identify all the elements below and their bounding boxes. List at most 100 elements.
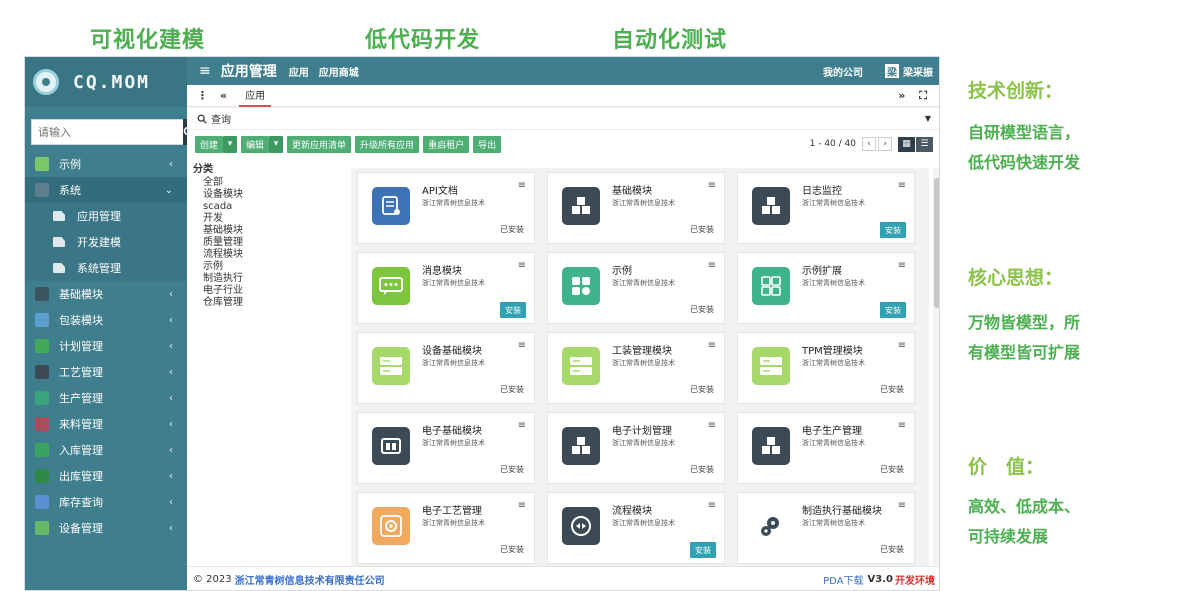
menu-icon bbox=[35, 365, 49, 379]
sidebar-item[interactable]: 系统 ⌄ bbox=[25, 177, 187, 203]
create-button[interactable]: 创建 bbox=[195, 135, 224, 153]
install-button[interactable]: 安装 bbox=[880, 222, 906, 238]
pda-download-link[interactable]: PDA下载 bbox=[823, 572, 863, 587]
menu-icon[interactable]: ≡ bbox=[898, 500, 906, 511]
sidebar-item[interactable]: 库存查询 ‹ bbox=[25, 489, 187, 515]
prev-page-button[interactable]: ‹ bbox=[862, 137, 876, 151]
tab-apps[interactable]: 应用 bbox=[239, 85, 272, 107]
chevron-left-icon: ‹ bbox=[169, 444, 173, 456]
menu-icon[interactable]: ≡ bbox=[708, 340, 716, 351]
menu-icon[interactable]: ≡ bbox=[708, 260, 716, 271]
app-card[interactable]: 示例 浙江常青树信息技术 ≡ 已安装 bbox=[547, 252, 725, 324]
more-icon[interactable]: ⋮ bbox=[197, 89, 208, 102]
sidebar-item-label: 示例 bbox=[59, 158, 81, 171]
sidebar-item[interactable]: 来料管理 ‹ bbox=[25, 411, 187, 437]
app-card[interactable]: 流程模块 浙江常青树信息技术 ≡ 安装 bbox=[547, 492, 725, 564]
app-card[interactable]: 电子工艺管理 浙江常青树信息技术 ≡ 已安装 bbox=[357, 492, 535, 564]
company-switcher[interactable]: 我的公司 bbox=[823, 64, 863, 79]
menu-icon[interactable]: ≡ bbox=[518, 180, 526, 191]
category-item[interactable]: 质量管理 bbox=[193, 237, 343, 249]
category-item[interactable]: 设备模块 bbox=[193, 189, 343, 201]
menu-icon[interactable]: ≡ bbox=[518, 340, 526, 351]
sidebar-menu: 示例 ‹ 系统 ⌄ 应用管理 开发建模 系统管理 基础模块 ‹ 包装模块 ‹ 计划管理 ‹ 工艺管理 ‹ 生产… bbox=[25, 151, 187, 541]
sidebar-item[interactable]: 开发建模 bbox=[25, 229, 187, 255]
upgrade-all-button[interactable]: 升级所有应用 bbox=[355, 135, 420, 153]
sidebar-search-input[interactable] bbox=[31, 119, 183, 145]
menu-icon[interactable]: ≡ bbox=[518, 500, 526, 511]
sidebar-item[interactable]: 系统管理 bbox=[25, 255, 187, 281]
query-bar[interactable]: 查询 ▼ bbox=[187, 108, 939, 130]
sidebar-item[interactable]: 示例 ‹ bbox=[25, 151, 187, 177]
app-card[interactable]: 电子生产管理 浙江常青树信息技术 ≡ 已安装 bbox=[737, 412, 915, 484]
sidebar-item[interactable]: 入库管理 ‹ bbox=[25, 437, 187, 463]
category-item[interactable]: 全部 bbox=[193, 177, 343, 189]
user-name[interactable]: 梁采振 bbox=[903, 64, 933, 79]
update-app-list-button[interactable]: 更新应用清单 bbox=[287, 135, 352, 153]
menu-icon[interactable]: ≡ bbox=[518, 420, 526, 431]
tab-forward-icon[interactable]: » bbox=[898, 89, 905, 102]
menu-icon[interactable]: ≡ bbox=[708, 500, 716, 511]
menu-icon[interactable]: ≡ bbox=[518, 260, 526, 271]
export-button[interactable]: 导出 bbox=[473, 135, 502, 153]
app-card[interactable]: 日志监控 浙江常青树信息技术 ≡ 安装 bbox=[737, 172, 915, 244]
grid-view-icon[interactable]: ▦ bbox=[898, 136, 915, 152]
sidebar-item[interactable]: 基础模块 ‹ bbox=[25, 281, 187, 307]
tab-back-icon[interactable]: « bbox=[220, 89, 227, 102]
app-card[interactable]: 工装管理模块 浙江常青树信息技术 ≡ 已安装 bbox=[547, 332, 725, 404]
category-item[interactable]: 开发 bbox=[193, 213, 343, 225]
category-item[interactable]: 基础模块 bbox=[193, 225, 343, 237]
app-card[interactable]: 消息模块 浙江常青树信息技术 ≡ 安装 bbox=[357, 252, 535, 324]
edit-dropdown-icon[interactable]: ▾ bbox=[269, 135, 284, 153]
app-card[interactable]: 制造执行基础模块 浙江常青树信息技术 ≡ 已安装 bbox=[737, 492, 915, 564]
list-view-icon[interactable]: ☰ bbox=[916, 136, 933, 152]
avatar[interactable]: 梁 bbox=[885, 64, 899, 79]
restart-tenant-button[interactable]: 重启租户 bbox=[423, 135, 470, 153]
app-card[interactable]: API文档 浙江常青树信息技术 ≡ 已安装 bbox=[357, 172, 535, 244]
sidebar-item[interactable]: 工艺管理 ‹ bbox=[25, 359, 187, 385]
install-button[interactable]: 安装 bbox=[690, 542, 716, 558]
app-name: 日志监控 bbox=[802, 186, 842, 197]
category-item[interactable]: 制造执行 bbox=[193, 273, 343, 285]
category-item[interactable]: scada bbox=[193, 201, 343, 213]
app-card[interactable]: 电子基础模块 浙江常青树信息技术 ≡ 已安装 bbox=[357, 412, 535, 484]
app-card[interactable]: TPM管理模块 浙江常青树信息技术 ≡ 已安装 bbox=[737, 332, 915, 404]
create-dropdown-icon[interactable]: ▾ bbox=[223, 135, 238, 153]
sidebar-item[interactable]: 设备管理 ‹ bbox=[25, 515, 187, 541]
sidebar-item-label: 库存查询 bbox=[59, 496, 103, 509]
hamburger-icon[interactable]: ≡ bbox=[199, 63, 211, 79]
app-card[interactable]: 设备基础模块 浙江常青树信息技术 ≡ 已安装 bbox=[357, 332, 535, 404]
next-page-button[interactable]: › bbox=[878, 137, 892, 151]
sidebar-item-label: 系统 bbox=[59, 184, 81, 197]
app-card[interactable]: 电子计划管理 浙江常青树信息技术 ≡ 已安装 bbox=[547, 412, 725, 484]
sidebar-item[interactable]: 计划管理 ‹ bbox=[25, 333, 187, 359]
app-card[interactable]: 基础模块 浙江常青树信息技术 ≡ 已安装 bbox=[547, 172, 725, 244]
scrollbar[interactable] bbox=[933, 168, 939, 566]
menu-icon[interactable]: ≡ bbox=[708, 420, 716, 431]
sidebar-item[interactable]: 出库管理 ‹ bbox=[25, 463, 187, 489]
category-item[interactable]: 仓库管理 bbox=[193, 297, 343, 309]
sidebar-item[interactable]: 应用管理 bbox=[25, 203, 187, 229]
nav-apps[interactable]: 应用 bbox=[289, 64, 309, 79]
nav-app-store[interactable]: 应用商城 bbox=[319, 64, 359, 79]
category-item[interactable]: 示例 bbox=[193, 261, 343, 273]
brand[interactable]: CQ.MOM bbox=[25, 57, 187, 107]
app-card[interactable]: 示例扩展 浙江常青树信息技术 ≡ 安装 bbox=[737, 252, 915, 324]
chevron-down-icon[interactable]: ▼ bbox=[925, 114, 931, 123]
fullscreen-icon[interactable]: ⛶ bbox=[919, 89, 927, 103]
edit-button[interactable]: 编辑 bbox=[241, 135, 270, 153]
main-area: ≡ 应用管理 应用 应用商城 我的公司 梁 梁采振 ⋮ « 应用 » ⛶ 查询 … bbox=[187, 57, 939, 590]
menu-icon[interactable]: ≡ bbox=[898, 260, 906, 271]
menu-icon[interactable]: ≡ bbox=[898, 420, 906, 431]
scroll-thumb[interactable] bbox=[934, 178, 939, 308]
sidebar-item[interactable]: 生产管理 ‹ bbox=[25, 385, 187, 411]
company-link[interactable]: 浙江常青树信息技术有限责任公司 bbox=[235, 572, 385, 587]
sidebar-item[interactable]: 包装模块 ‹ bbox=[25, 307, 187, 333]
folder-icon bbox=[53, 263, 65, 273]
menu-icon[interactable]: ≡ bbox=[708, 180, 716, 191]
menu-icon[interactable]: ≡ bbox=[898, 340, 906, 351]
install-button[interactable]: 安装 bbox=[880, 302, 906, 318]
category-item[interactable]: 流程模块 bbox=[193, 249, 343, 261]
menu-icon[interactable]: ≡ bbox=[898, 180, 906, 191]
install-button[interactable]: 安装 bbox=[500, 302, 526, 318]
category-item[interactable]: 电子行业 bbox=[193, 285, 343, 297]
